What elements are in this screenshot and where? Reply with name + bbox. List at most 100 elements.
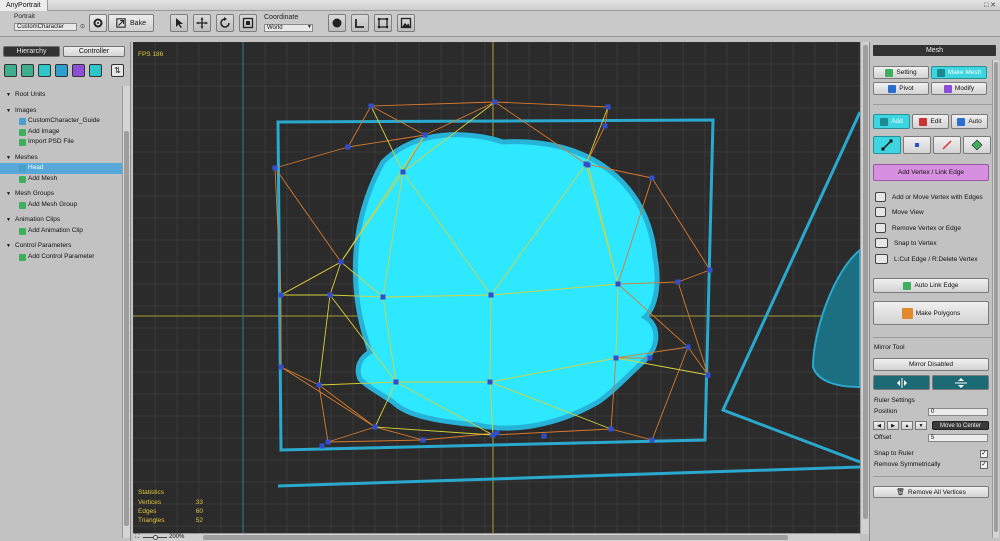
tree-label: Control Parameters (15, 242, 72, 249)
settings-button[interactable] (89, 14, 107, 32)
right-panel-scroll-thumb[interactable] (994, 62, 998, 532)
expand-arrow-icon[interactable]: ▼ (6, 153, 11, 164)
ruler-up-button[interactable]: ▲ (901, 421, 913, 430)
coordinate-select[interactable]: World (264, 24, 313, 32)
add-icon (19, 201, 26, 209)
viewport-vertical-scrollbar[interactable] (860, 42, 869, 534)
portrait-picker-icon[interactable]: ⊙ (80, 23, 85, 30)
fit-view-icon[interactable]: ⛶ (135, 534, 139, 541)
horizontal-scroll-thumb[interactable] (203, 535, 788, 540)
tree-action[interactable]: Add Control Parameter (0, 252, 122, 263)
expand-arrow-icon[interactable]: ▼ (6, 215, 11, 226)
select-tool-button[interactable] (170, 14, 188, 32)
offset-input[interactable]: 5 (928, 434, 988, 442)
vertical-scroll-thumb[interactable] (863, 45, 868, 519)
tree-category[interactable]: ▼ Animation Clips (0, 215, 122, 226)
tree-item[interactable]: Head (0, 163, 122, 174)
add-icon (19, 175, 26, 183)
tree-item[interactable]: CustomCharacter_Guide (0, 116, 122, 127)
item-icon (19, 165, 26, 172)
filter-meshes-button[interactable] (38, 64, 51, 77)
bake-button[interactable]: Bake (108, 14, 154, 32)
auto-mode-button[interactable]: Auto (951, 114, 988, 129)
mesh-viewport[interactable]: FPS 186 Statistics Vertices 33 Edges 60 Triang… (133, 42, 860, 534)
rotate-tool-button[interactable] (216, 14, 234, 32)
ruler-left-button[interactable]: ◀ (873, 421, 885, 430)
ruler-right-button[interactable]: ▶ (887, 421, 899, 430)
right-panel: Mesh Setting Make Mesh Pivot Modify Add … (869, 42, 1000, 541)
snap-to-ruler-checkbox[interactable]: ✓ (980, 450, 988, 458)
vertex-handle (278, 292, 284, 298)
move-to-center-button[interactable]: Move to Center (932, 421, 989, 430)
setting-tab-button[interactable]: Setting (873, 66, 929, 79)
add-mode-button[interactable]: Add (873, 114, 910, 129)
vertex-edge-tool-button[interactable] (873, 136, 901, 154)
move-tool-button[interactable] (193, 14, 211, 32)
hierarchy-scrollbar[interactable] (122, 86, 130, 538)
zoom-slider-handle[interactable] (153, 535, 158, 540)
mirror-horizontal-button[interactable] (873, 375, 930, 390)
remove-all-vertices-button[interactable]: 🗑 Remove All Vertices (873, 486, 989, 498)
portrait-field[interactable]: CustomCharacter (14, 23, 77, 31)
tree-category[interactable]: ▼ Images (0, 106, 122, 117)
tree-action[interactable]: Import PSD File (0, 137, 122, 148)
scale-tool-button[interactable] (239, 14, 257, 32)
legend-add-move-vertex: Add or Move Vertex with Edges (875, 191, 983, 203)
make-polygons-button[interactable]: Make Polygons (873, 301, 989, 325)
edit-mode-button[interactable]: Edit (912, 114, 949, 129)
mirror-disabled-button[interactable]: Mirror Disabled (873, 358, 989, 371)
vertex-only-tool-button[interactable] (903, 136, 931, 154)
auto-link-edge-button[interactable]: Auto Link Edge (873, 278, 989, 293)
make-mesh-tab-button[interactable]: Make Mesh (931, 66, 987, 79)
edit-label: Edit (930, 118, 942, 125)
modify-tab-button[interactable]: Modify (931, 82, 987, 95)
expand-arrow-icon[interactable]: ▼ (6, 189, 11, 200)
image-toggle-button[interactable] (397, 14, 415, 32)
remove-all-vertices-label: Remove All Vertices (908, 488, 966, 496)
mesh-canvas[interactable]: FPS 186 Statistics Vertices 33 Edges 60 Triang… (133, 42, 860, 534)
tab-controller[interactable]: Controller (63, 46, 125, 57)
edit-icon (919, 117, 928, 126)
mirror-vertical-button[interactable] (932, 375, 989, 390)
filter-control-parameters-button[interactable] (89, 64, 102, 77)
polygon-tool-button[interactable] (963, 136, 991, 154)
hierarchy-scroll-thumb[interactable] (124, 131, 129, 526)
divider (873, 337, 996, 338)
tree-category[interactable]: ▼ Meshes (0, 153, 122, 164)
expand-arrow-icon[interactable]: ▼ (6, 241, 11, 252)
edge-only-tool-button[interactable] (933, 136, 961, 154)
filter-mesh-groups-button[interactable] (55, 64, 68, 77)
pivot-tab-button[interactable]: Pivot (873, 82, 929, 95)
tab-hierarchy[interactable]: Hierarchy (3, 46, 60, 57)
filter-images-button[interactable] (21, 64, 34, 77)
right-panel-scrollbar[interactable] (992, 60, 999, 538)
filter-animation-clips-button[interactable] (72, 64, 85, 77)
expand-arrow-icon[interactable]: ▼ (6, 90, 11, 101)
filter-root-units-button[interactable] (4, 64, 17, 77)
coordinate-label: Coordinate (264, 14, 299, 21)
ruler-down-button[interactable]: ▼ (915, 421, 927, 430)
onion-toggle-button[interactable] (328, 14, 346, 32)
window-controls[interactable]: □ ✕ (984, 1, 996, 9)
tree-label: Add Control Parameter (28, 252, 95, 260)
window-tab[interactable]: AnyPortrait (0, 0, 48, 11)
bone-toggle-button[interactable] (351, 14, 369, 32)
tree-action[interactable]: Add Animation Clip (0, 226, 122, 237)
remove-symmetrically-checkbox[interactable]: ✓ (980, 461, 988, 469)
tree-category[interactable]: ▼ Root Units (0, 90, 122, 101)
vertex-handle (705, 372, 711, 378)
expand-arrow-icon[interactable]: ▼ (6, 106, 11, 117)
tree-label: Meshes (15, 153, 38, 161)
position-input[interactable]: 0 (928, 408, 988, 416)
tree-action[interactable]: Add Mesh (0, 174, 122, 185)
tree-category[interactable]: ▼ Mesh Groups (0, 189, 122, 200)
tree-label: CustomCharacter_Guide (28, 117, 100, 124)
mesh-toggle-button[interactable] (374, 14, 392, 32)
viewport-horizontal-scrollbar[interactable]: ⛶ 200% (133, 533, 860, 541)
remove-symmetrically-label: Remove Symmetrically (874, 461, 941, 468)
tree-action[interactable]: Add Mesh Group (0, 200, 122, 211)
sort-button[interactable]: ⇅ (111, 64, 124, 77)
add-vertex-link-edge-button[interactable]: Add Vertex / Link Edge (873, 164, 989, 181)
tree-category[interactable]: ▼ Control Parameters (0, 241, 122, 252)
tree-action[interactable]: Add Image (0, 127, 122, 138)
